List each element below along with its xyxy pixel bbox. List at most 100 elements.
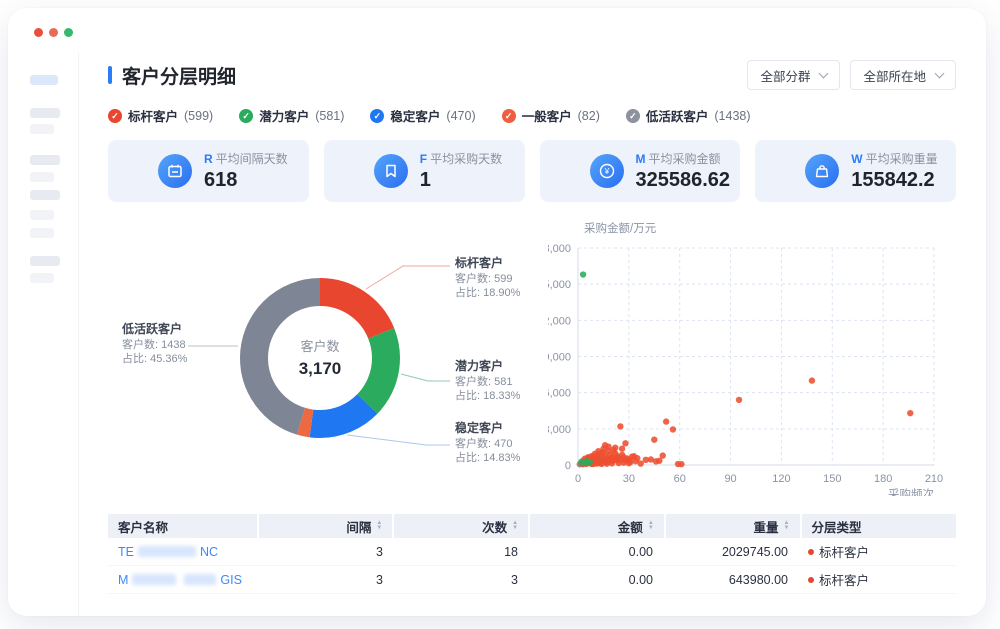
callout-count: 客户数: 581 [455,375,520,389]
scatter-point-标杆客户 [663,418,669,424]
check-circle-icon: ✓ [239,109,253,123]
window-control-dot[interactable] [49,28,58,37]
kpi-card-weight: W平均采购重量 155842.2 [755,140,956,202]
column-header-segment: 分层类型 [802,514,957,538]
callout-line-benchmark [366,266,450,289]
segment-label: 标杆客户 [819,542,869,561]
x-tick-label: 210 [925,473,943,485]
scatter-point-潜力客户 [582,460,588,466]
legend-item-潜力客户[interactable]: ✓潜力客户(581) [239,106,344,125]
callout-title: 标杆客户 [455,256,520,270]
callout-title: 稳定客户 [455,421,520,435]
location-filter-dropdown[interactable]: 全部所在地 [850,60,956,90]
window-control-dot[interactable] [34,28,43,37]
callout-pct: 占比: 14.83% [455,451,520,465]
scatter-point-标杆客户 [634,455,640,461]
cell-times: 3 [393,566,528,593]
y-tick-label: 12,000 [548,315,571,327]
sort-icon[interactable]: ▲▼ [784,521,790,531]
callout-count: 客户数: 599 [455,272,520,286]
y-tick-label: 15,000 [548,279,571,291]
name-text: NC [200,545,218,559]
cell-segment: 标杆客户 [798,566,954,593]
legend-count: (82) [578,109,600,123]
redacted-text [132,574,176,585]
legend-item-标杆客户[interactable]: ✓标杆客户(599) [108,106,213,125]
legend-count: (1438) [714,109,750,123]
kpi-label: 平均采购重量 [866,152,938,166]
y-tick-label: 0 [565,460,571,472]
scatter-point-标杆客户 [809,377,815,383]
kpi-card-recency: R平均间隔天数 618 [108,140,309,202]
legend-label: 一般客户 [522,106,572,125]
x-tick-label: 120 [772,473,790,485]
cell-name: MGIS [108,566,258,593]
skeleton-bar [30,108,60,118]
title-accent-bar [108,66,112,84]
kpi-cards: R平均间隔天数 618 F平均采购天数 1 ¥ [108,140,956,202]
check-circle-icon: ✓ [370,109,384,123]
skeleton-bar [30,256,60,266]
customer-table: 客户名称间隔▲▼次数▲▼金额▲▼重量▲▼分层类型 TENC3180.002029… [108,514,956,594]
table-row: MGIS330.00643980.00标杆客户 [108,566,956,594]
callout-potential: 潜力客户 客户数: 581 占比: 18.33% [455,359,520,403]
sort-icon[interactable]: ▲▼ [512,521,518,531]
column-header-label: 分层类型 [812,517,862,536]
skeleton-bar [30,190,60,200]
donut-center-label: 客户数 3,170 [260,336,380,379]
scatter-point-标杆客户 [602,442,608,448]
scatter-point-标杆客户 [619,446,625,452]
x-tick-label: 0 [575,473,581,485]
scatter-point-标杆客户 [653,458,659,464]
cell-amount: 0.00 [528,566,663,593]
legend-item-稳定客户[interactable]: ✓稳定客户(470) [370,106,475,125]
customer-name-link[interactable]: TE NC [118,545,218,559]
legend-count: (581) [315,109,344,123]
table-header: 客户名称间隔▲▼次数▲▼金额▲▼重量▲▼分层类型 [108,514,956,538]
table-row: TENC3180.002029745.00标杆客户 [108,538,956,566]
skeleton-bar [30,75,58,85]
customer-name-link[interactable]: MGIS [118,573,242,587]
legend-item-低活跃客户[interactable]: ✓低活跃客户(1438) [626,106,751,125]
sort-icon[interactable]: ▲▼ [376,521,382,531]
app-screenshot: 客户分层明细 全部分群 全部所在地 ✓标杆客户(599)✓潜力客户(581)✓稳… [0,0,1000,629]
kpi-card-frequency: F平均采购天数 1 [324,140,525,202]
callout-title: 低活跃客户 [122,322,187,336]
scatter-chart: 030609012015018021003,0006,0009,00012,00… [548,216,956,496]
group-filter-dropdown[interactable]: 全部分群 [747,60,840,90]
callout-pct: 占比: 18.33% [455,389,520,403]
main-content: 客户分层明细 全部分群 全部所在地 ✓标杆客户(599)✓潜力客户(581)✓稳… [78,8,986,616]
window-control-dot[interactable] [64,28,73,37]
column-header-label: 金额 [618,517,643,536]
cell-segment: 标杆客户 [798,538,954,565]
x-axis-title: 采购频次 [888,487,934,496]
table-body: TENC3180.002029745.00标杆客户MGIS330.0064398… [108,538,956,594]
donut-center-title: 客户数 [260,336,380,355]
column-header-weight[interactable]: 重量▲▼ [666,514,800,538]
cell-times: 18 [393,538,528,565]
legend-count: (470) [446,109,475,123]
cell-amount: 0.00 [528,538,663,565]
scatter-point-标杆客户 [678,461,684,467]
charts-row: 客户数 3,170 标杆客户 客户数: 599 占比: 18.90% 潜力客户 … [108,216,956,496]
segment-dot [808,549,814,555]
callout-pct: 占比: 45.36% [122,352,187,366]
segment-dot [808,577,814,583]
column-header-times[interactable]: 次数▲▼ [394,514,528,538]
name-text: TE [118,545,134,559]
chevron-down-icon [935,69,945,79]
skeleton-bar [30,273,54,283]
sort-icon[interactable]: ▲▼ [648,521,654,531]
column-header-interval[interactable]: 间隔▲▼ [259,514,393,538]
group-filter-label: 全部分群 [760,66,810,85]
y-tick-label: 9,000 [548,352,571,364]
skeleton-bar [30,228,54,238]
window-controls [34,28,73,37]
column-header-amount[interactable]: 金额 ▲▼ [530,514,664,538]
kpi-letter: R [204,152,213,166]
redacted-text [138,546,196,557]
kpi-card-monetary: ¥ M平均采购金额 325586.62 [540,140,741,202]
kpi-label: 平均采购金额 [649,152,721,166]
kpi-label: 平均采购天数 [430,152,502,166]
legend-item-一般客户[interactable]: ✓一般客户(82) [502,106,600,125]
